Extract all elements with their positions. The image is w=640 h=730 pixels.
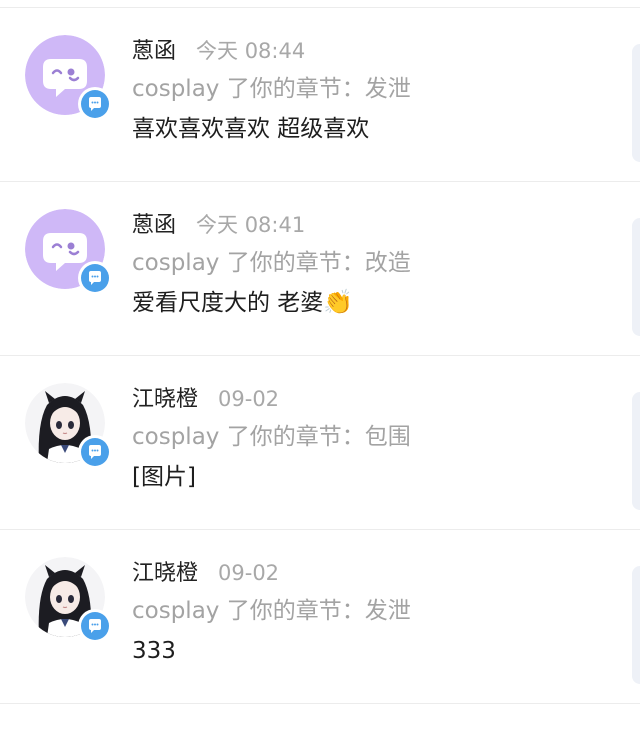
list-item[interactable]: 蒽函 今天 08:44 cosplay 了你的章节：发泄 喜欢喜欢喜欢 超级喜欢 bbox=[0, 8, 640, 182]
timestamp: 09-02 bbox=[218, 387, 280, 411]
activity-text: cosplay 了你的章节：改造 bbox=[132, 250, 411, 276]
list-item[interactable]: 蒽函 今天 08:41 cosplay 了你的章节：改造 爱看尺度大的 老婆👏 bbox=[0, 182, 640, 356]
message-text: [图片] bbox=[132, 458, 620, 494]
user-name[interactable]: 江晓橙 bbox=[132, 561, 198, 586]
comment-badge-icon bbox=[78, 435, 112, 469]
message-body: 喜欢喜欢喜欢 超级喜欢 bbox=[132, 116, 370, 142]
user-name[interactable]: 江晓橙 bbox=[132, 387, 198, 412]
activity-text: cosplay 了你的章节：包围 bbox=[132, 424, 411, 450]
item-text: 蒽函 今天 08:41 cosplay 了你的章节：改造 爱看尺度大的 老婆👏 bbox=[132, 208, 620, 320]
chapter-thumbnail[interactable] bbox=[632, 44, 640, 162]
clapping-hands-emoji: 👏 bbox=[323, 288, 354, 316]
comment-badge-icon bbox=[78, 87, 112, 121]
activity-text: cosplay 了你的章节：发泄 bbox=[132, 76, 411, 102]
timestamp: 今天 08:41 bbox=[196, 213, 306, 237]
activity-text: cosplay 了你的章节：发泄 bbox=[132, 598, 411, 624]
chapter-thumbnail[interactable] bbox=[632, 392, 640, 510]
avatar[interactable] bbox=[25, 209, 112, 295]
item-text: 江晓橙 09-02 cosplay 了你的章节：包围 [图片] bbox=[132, 382, 620, 494]
chapter-thumbnail[interactable] bbox=[632, 566, 640, 684]
user-name[interactable]: 蒽函 bbox=[132, 39, 176, 64]
timestamp: 09-02 bbox=[218, 561, 280, 585]
avatar[interactable] bbox=[25, 383, 112, 469]
message-text: 爱看尺度大的 老婆👏 bbox=[132, 284, 620, 320]
chapter-thumbnail[interactable] bbox=[632, 218, 640, 336]
avatar[interactable] bbox=[25, 557, 112, 643]
message-text: 333 bbox=[132, 632, 620, 668]
user-name[interactable]: 蒽函 bbox=[132, 213, 176, 238]
message-body: 爱看尺度大的 老婆 bbox=[132, 290, 324, 316]
message-body: [图片] bbox=[132, 464, 196, 490]
comment-badge-icon bbox=[78, 261, 112, 295]
notification-list: 蒽函今天 08:44 cosplay 了你的章节：发泄 喜欢喜欢喜欢 超级喜欢 bbox=[0, 8, 640, 704]
list-item[interactable]: 江晓橙 09-02 cosplay 了你的章节：发泄 333 bbox=[0, 530, 640, 704]
list-item[interactable]: 江晓橙 09-02 cosplay 了你的章节：包围 [图片] bbox=[0, 356, 640, 530]
timestamp: 今天 08:44 bbox=[196, 39, 306, 63]
item-text: 江晓橙 09-02 cosplay 了你的章节：发泄 333 bbox=[132, 556, 620, 668]
comment-badge-icon bbox=[78, 609, 112, 643]
message-body: 333 bbox=[132, 638, 176, 664]
item-text: 蒽函 今天 08:44 cosplay 了你的章节：发泄 喜欢喜欢喜欢 超级喜欢 bbox=[132, 34, 620, 146]
message-text: 喜欢喜欢喜欢 超级喜欢 bbox=[132, 110, 620, 146]
avatar[interactable] bbox=[25, 35, 112, 121]
